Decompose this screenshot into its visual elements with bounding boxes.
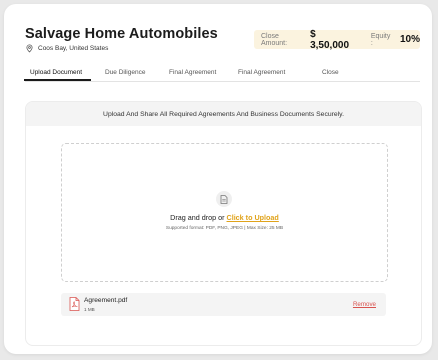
- tab-close[interactable]: Close: [322, 69, 339, 76]
- close-amount-value: $ 3,50,000: [310, 28, 350, 51]
- active-tab-indicator: [24, 79, 91, 81]
- close-amount-label: Close Amount:: [261, 32, 288, 47]
- drag-drop-text: Drag and drop or Click to Upload: [62, 213, 387, 222]
- equity-value: 10%: [399, 34, 420, 45]
- deal-summary: Close Amount: $ 3,50,000 Equity : 10%: [254, 28, 420, 51]
- tab-final-agreement-1[interactable]: Final Agreement: [169, 69, 216, 76]
- supported-format-text: Supported format: PDF, PNG, JPEG | Max S…: [165, 226, 284, 231]
- tab-final-agreement-2[interactable]: Final Agreement: [238, 69, 285, 76]
- upload-instructions: Upload And Share All Required Agreements…: [26, 102, 421, 126]
- upload-panel: Upload And Share All Required Agreements…: [25, 101, 422, 346]
- location: Coos Bay, United States: [25, 44, 108, 53]
- remove-file-button[interactable]: Remove: [353, 301, 376, 308]
- file-dropzone[interactable]: Drag and drop or Click to Upload Support…: [61, 143, 388, 282]
- page-title: Salvage Home Automobiles: [25, 26, 218, 42]
- equity-label: Equity :: [370, 32, 391, 47]
- document-icon: [216, 191, 232, 207]
- pdf-file-icon: [69, 297, 80, 311]
- tab-due-diligence[interactable]: Due Diligence: [105, 69, 145, 76]
- tab-upload-document[interactable]: Upload Document: [30, 69, 82, 76]
- deal-card: Salvage Home Automobiles Coos Bay, Unite…: [4, 4, 432, 354]
- location-text: Coos Bay, United States: [38, 45, 109, 52]
- uploaded-file-row: Agreement.pdf 1 MB Remove: [61, 293, 386, 316]
- file-size: 1 MB: [84, 307, 95, 312]
- location-pin-icon: [26, 44, 33, 53]
- file-name: Agreement.pdf: [84, 297, 128, 304]
- drag-drop-label: Drag and drop or: [170, 213, 225, 222]
- click-to-upload-link[interactable]: Click to Upload: [227, 213, 279, 222]
